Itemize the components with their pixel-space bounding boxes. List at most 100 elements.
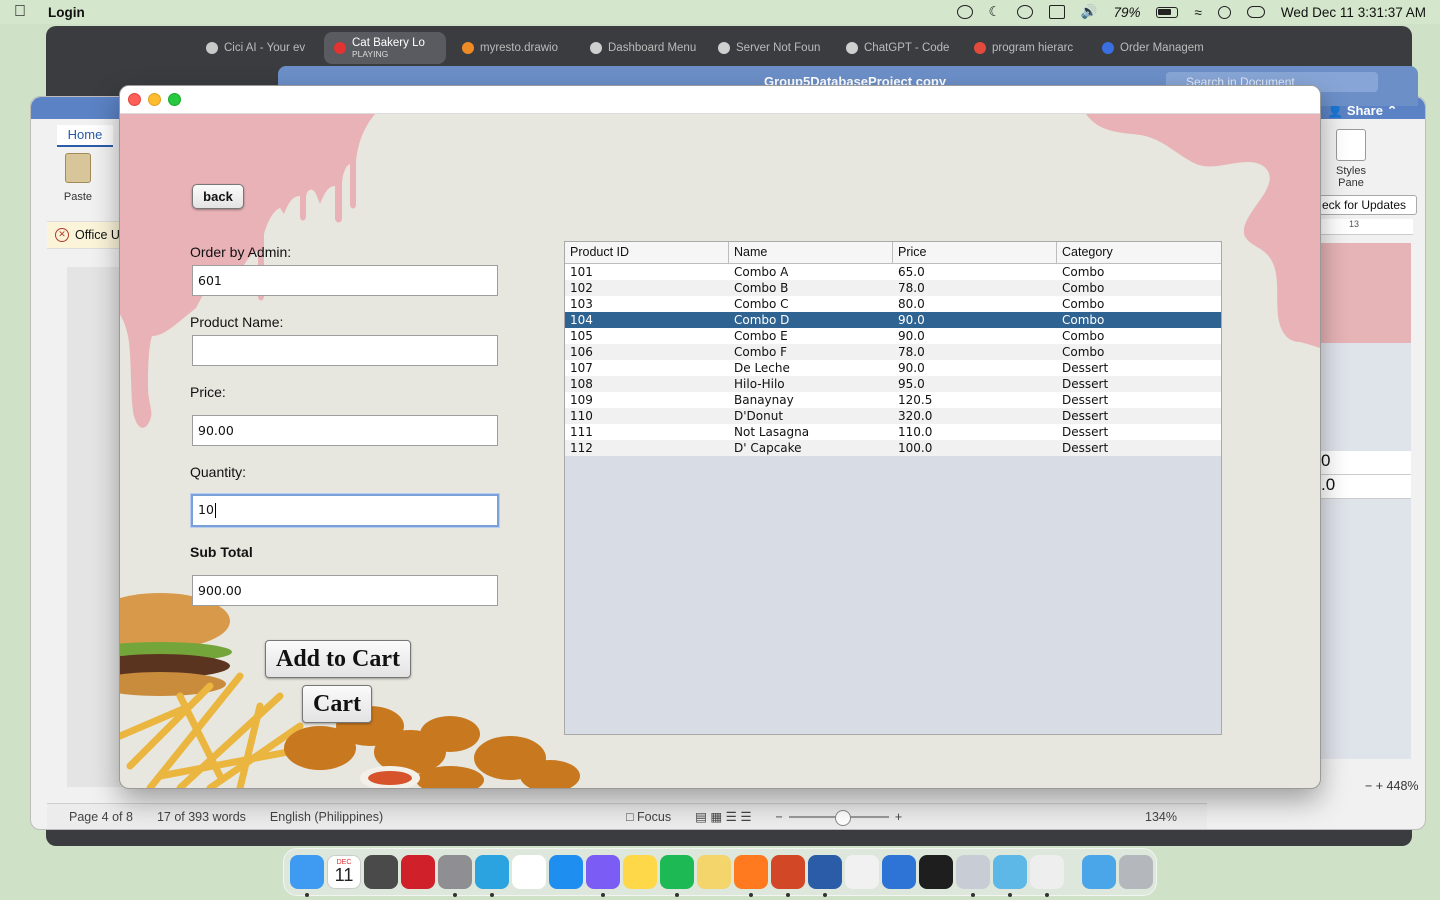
finder-icon[interactable] — [290, 855, 324, 897]
safari-icon[interactable] — [549, 855, 583, 889]
trash-icon[interactable] — [1119, 855, 1153, 889]
powerpoint-icon[interactable] — [771, 855, 805, 897]
sub-total-field[interactable]: 900.00 — [192, 575, 498, 606]
table-cell: Dessert — [1062, 377, 1109, 391]
product-table[interactable]: Product ID Name Price Category 101 Combo A 65… — [564, 241, 1222, 735]
firefox-icon[interactable] — [734, 855, 768, 897]
table-row[interactable]: 101 Combo A 65.0 Combo — [565, 264, 1221, 280]
column-header[interactable]: Product ID — [565, 242, 729, 264]
browser-tab[interactable]: Dashboard Menu — [580, 32, 702, 64]
view-buttons[interactable]: ▤ ▦ ☰ ☰ — [695, 809, 751, 824]
browser-tab-title: program hierarc — [992, 42, 1074, 54]
quantity-field[interactable]: 10 — [191, 494, 499, 527]
table-cell: 90.0 — [898, 329, 925, 343]
play-icon[interactable] — [1016, 5, 1033, 19]
table-row[interactable]: 102 Combo B 78.0 Combo — [565, 280, 1221, 296]
system-settings-icon[interactable] — [438, 855, 472, 897]
page-count[interactable]: Page 4 of 8 — [69, 810, 133, 824]
cart-button[interactable]: Cart — [302, 685, 372, 723]
language[interactable]: English (Philippines) — [270, 810, 383, 824]
add-to-cart-button[interactable]: Add to Cart — [265, 640, 411, 678]
stickies-icon[interactable] — [697, 855, 731, 889]
messenger-icon[interactable] — [586, 855, 620, 897]
volume-icon[interactable]: 🔊 — [1081, 4, 1098, 20]
focus-button[interactable]: □ Focus — [626, 810, 671, 824]
calendar-icon[interactable]: DEC 11 — [327, 855, 361, 889]
styles-pane-button[interactable]: Styles Pane — [1327, 129, 1375, 189]
column-header[interactable]: Name — [729, 242, 893, 264]
running-indicator — [305, 893, 309, 897]
column-header[interactable]: Price — [893, 242, 1057, 264]
browser-tab[interactable]: Order Managem — [1092, 32, 1214, 64]
browser-tab[interactable]: Cat Bakery Lo PLAYING — [324, 32, 446, 64]
table-row[interactable]: 103 Combo C 80.0 Combo — [565, 296, 1221, 312]
table-row[interactable]: 111 Not Lasagna 110.0 Dessert — [565, 424, 1221, 440]
browser-tab-title: ChatGPT - Code — [864, 42, 950, 54]
downloads-icon[interactable] — [1082, 855, 1116, 889]
reminders-icon[interactable] — [512, 855, 546, 889]
user-icon[interactable] — [956, 5, 973, 19]
zoom-percent[interactable]: 134% — [1145, 810, 1177, 824]
calculator-icon[interactable] — [364, 855, 398, 889]
apple-menu-icon[interactable]:  — [14, 3, 26, 21]
browser-tab[interactable]: ChatGPT - Code — [836, 32, 958, 64]
browser-tab[interactable]: program hierarc — [964, 32, 1086, 64]
paste-button[interactable]: Paste — [53, 153, 103, 203]
table-cell: Not Lasagna — [734, 425, 810, 439]
table-row[interactable]: 109 Banaynay 120.5 Dessert — [565, 392, 1221, 408]
table-cell: Combo — [1062, 345, 1105, 359]
app-menu-name[interactable]: Login — [48, 5, 85, 20]
price-field[interactable]: 90.00 — [192, 415, 498, 446]
table-cell: 105 — [570, 329, 593, 343]
order-by-admin-field[interactable]: 601 — [192, 265, 498, 296]
close-notice-icon[interactable]: ✕ — [55, 228, 69, 242]
table-row[interactable]: 107 De Leche 90.0 Dessert — [565, 360, 1221, 376]
control-center-icon[interactable] — [1246, 6, 1265, 18]
utility-gear-icon[interactable] — [956, 855, 990, 897]
browser-tab-title: myresto.drawio — [480, 42, 558, 54]
wifi-icon[interactable]: ≈ — [1194, 5, 1201, 20]
terminal-icon[interactable] — [919, 855, 953, 889]
order-by-admin-label: Order by Admin: — [190, 244, 292, 260]
table-row[interactable]: 105 Combo E 90.0 Combo — [565, 328, 1221, 344]
tab-home[interactable]: Home — [57, 125, 113, 147]
browser-tab[interactable]: Cici AI - Your ev — [196, 32, 318, 64]
code-app-icon[interactable] — [845, 855, 879, 889]
spotify-icon[interactable] — [660, 855, 694, 897]
table-row[interactable]: 106 Combo F 78.0 Combo — [565, 344, 1221, 360]
word-count[interactable]: 17 of 393 words — [157, 810, 246, 824]
browser-tab-title: Server Not Foun — [736, 42, 821, 54]
table-cell: 100.0 — [898, 441, 933, 455]
photo-booth-icon[interactable] — [401, 855, 435, 889]
doc-cell: 0 — [1321, 451, 1411, 475]
netbeans-icon[interactable] — [993, 855, 1027, 897]
tab-favicon-icon — [590, 42, 602, 54]
keyboard-icon[interactable] — [1048, 5, 1065, 19]
java-icon[interactable] — [1030, 855, 1064, 897]
table-row[interactable]: 108 Hilo-Hilo 95.0 Dessert — [565, 376, 1221, 392]
zoom-slider[interactable]: − + — [776, 810, 902, 827]
focus-moon-icon[interactable]: ☾ — [989, 4, 1001, 20]
table-row[interactable]: 110 D'Donut 320.0 Dessert — [565, 408, 1221, 424]
telegram-icon[interactable] — [475, 855, 509, 897]
browser-tab[interactable]: myresto.drawio — [452, 32, 574, 64]
table-cell: 101 — [570, 265, 593, 279]
table-row[interactable]: 112 D' Capcake 100.0 Dessert — [565, 440, 1221, 456]
table-cell: Combo F — [734, 345, 788, 359]
table-row[interactable]: 104 Combo D 90.0 Combo — [565, 312, 1221, 328]
search-icon[interactable] — [1217, 5, 1231, 19]
doc-cell: .0 — [1321, 475, 1411, 499]
tab-favicon-icon — [334, 42, 346, 54]
notes-icon[interactable] — [623, 855, 657, 889]
browser-tab[interactable]: Server Not Foun — [708, 32, 830, 64]
back-button[interactable]: back — [192, 184, 244, 209]
ruler: 13 — [1321, 219, 1413, 235]
tab-favicon-icon — [718, 42, 730, 54]
word-icon[interactable] — [808, 855, 842, 897]
quicktime-icon[interactable] — [882, 855, 916, 889]
battery-icon[interactable] — [1156, 6, 1179, 18]
menu-clock[interactable]: Wed Dec 11 3:31:37 AM — [1281, 5, 1426, 20]
check-updates-button[interactable]: eck for Updates — [1315, 195, 1417, 215]
product-name-field[interactable] — [192, 335, 498, 366]
column-header[interactable]: Category — [1057, 242, 1221, 264]
